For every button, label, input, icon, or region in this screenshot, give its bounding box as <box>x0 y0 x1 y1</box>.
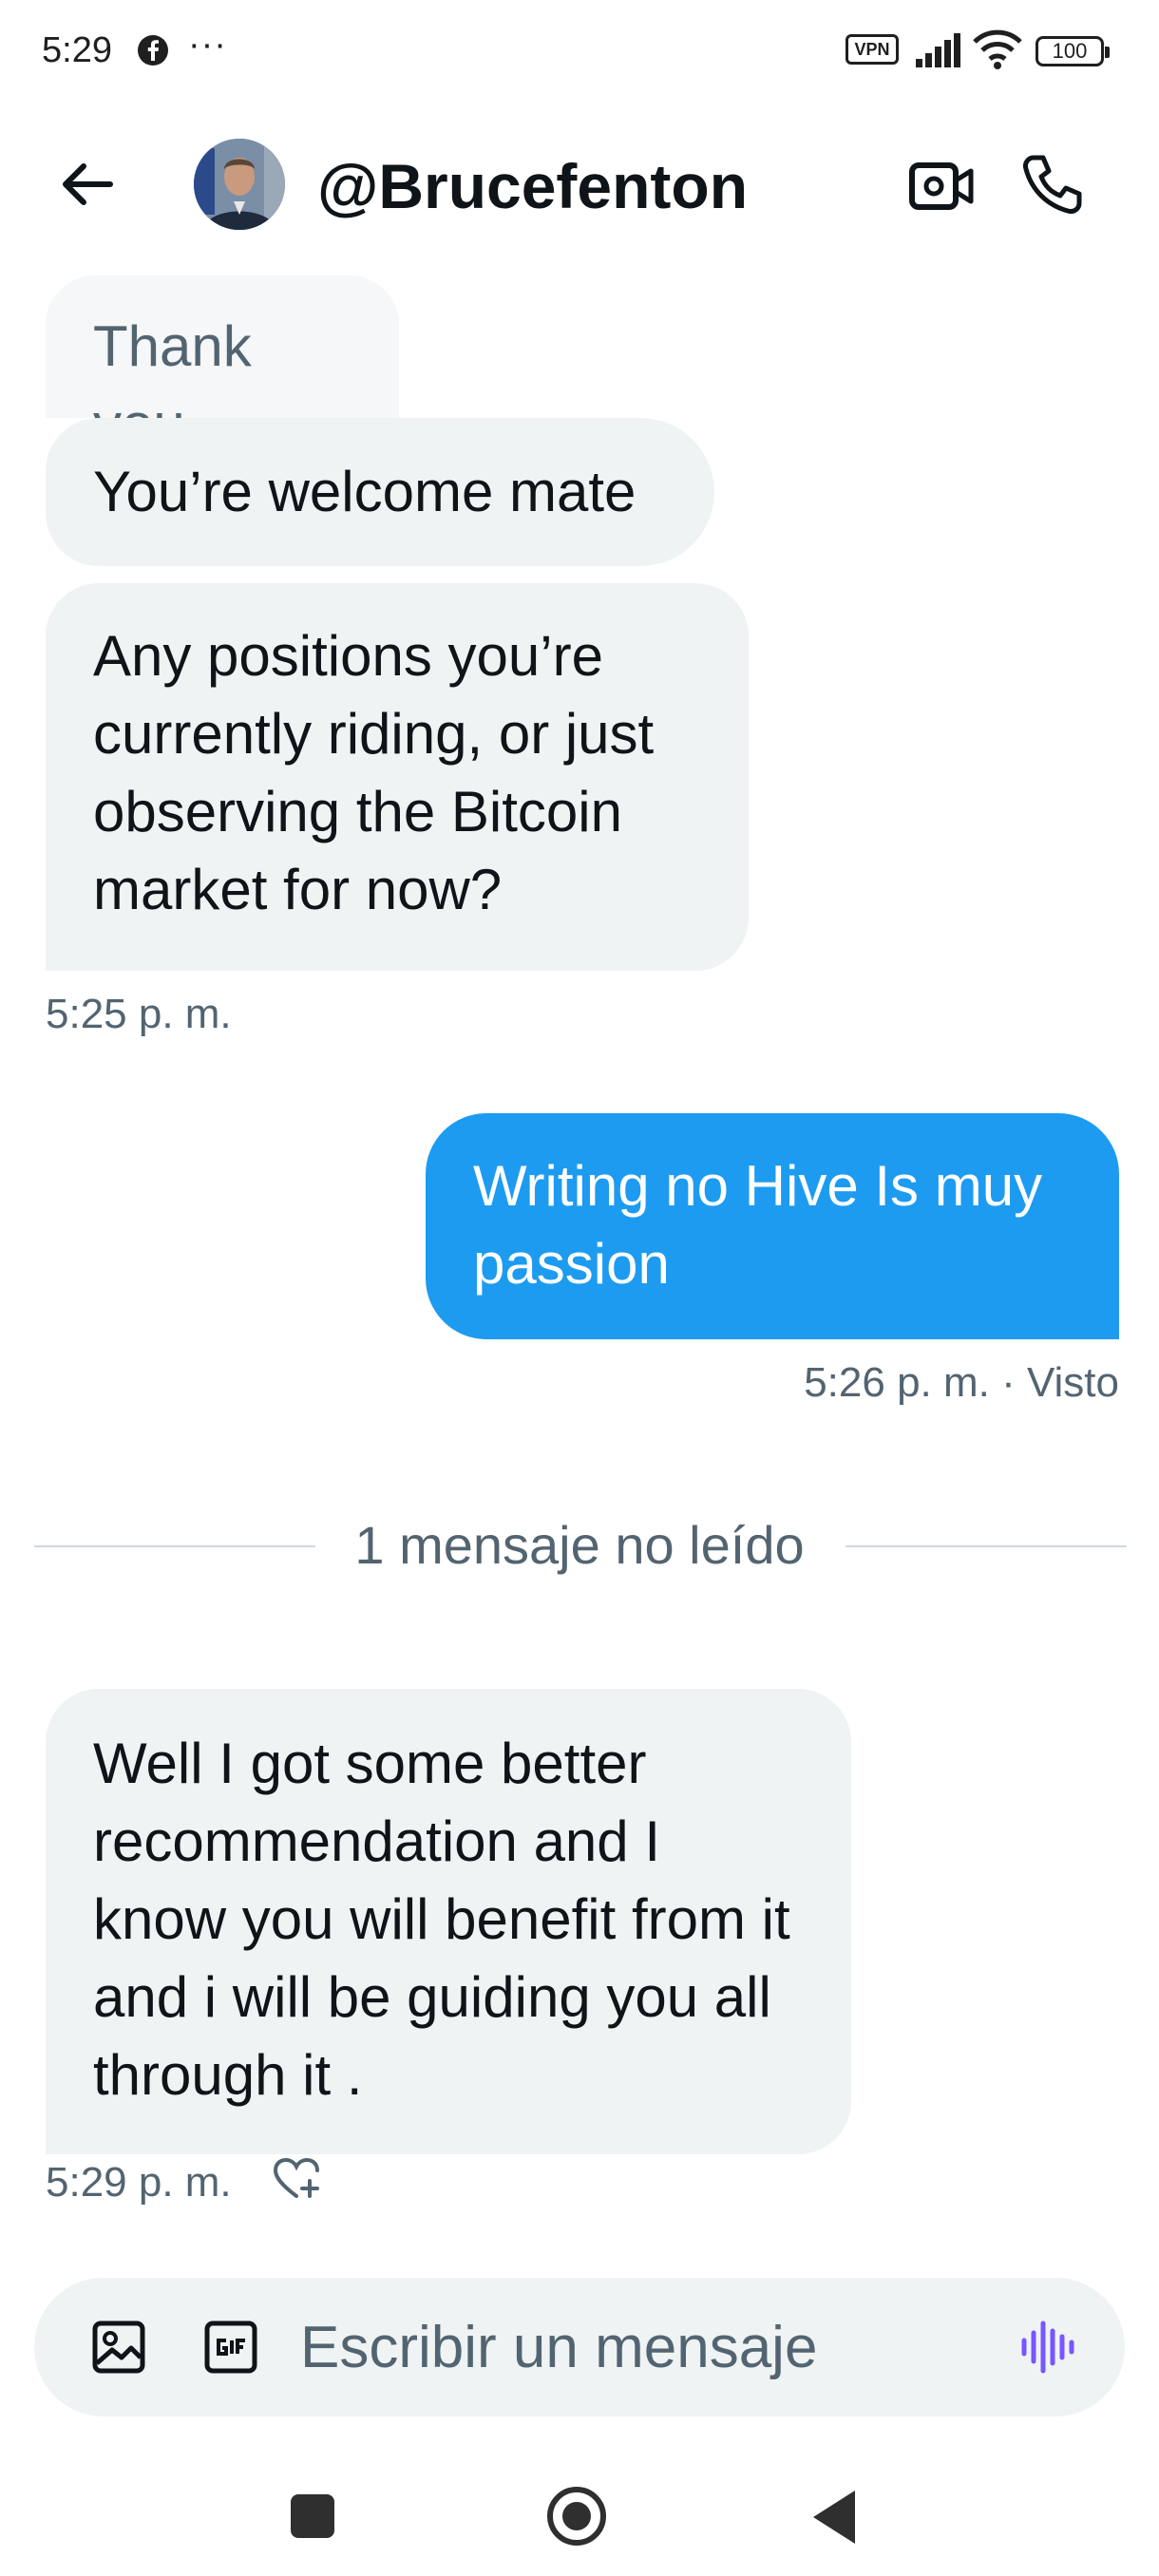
message-bubble-incoming[interactable]: You’re welcome mate <box>46 418 714 566</box>
gif-icon[interactable] <box>203 2320 258 2375</box>
status-bar: 5:29 ··· VPN 100 <box>0 0 1159 104</box>
message-bubble-incoming[interactable]: Any positions you’re currently riding, o… <box>46 583 749 971</box>
more-notifications-icon: ··· <box>188 25 227 65</box>
vpn-badge: VPN <box>846 34 899 65</box>
arrow-left-icon[interactable] <box>57 154 118 215</box>
back-triangle-icon[interactable] <box>813 2491 855 2544</box>
message-bubble-incoming[interactable]: Thank you <box>46 275 399 456</box>
divider-line-right <box>846 1545 1127 1547</box>
conversation-username[interactable]: @Brucefenton <box>317 150 748 222</box>
system-navigation-bar <box>0 2460 1159 2576</box>
message-bubble-outgoing[interactable]: Writing no Hive Is muy passion <box>426 1113 1119 1339</box>
avatar[interactable] <box>194 139 285 230</box>
recents-square-icon[interactable] <box>291 2494 334 2538</box>
status-time: 5:29 <box>42 30 112 70</box>
voice-waveform-icon[interactable] <box>1018 2318 1077 2377</box>
message-composer <box>34 2278 1125 2416</box>
phone-icon[interactable] <box>1020 152 1085 217</box>
message-timestamp: 5:25 p. m. <box>46 991 232 1037</box>
wifi-icon <box>973 29 1022 69</box>
message-timestamp: 5:29 p. m. <box>46 2159 232 2206</box>
battery-indicator: 100 <box>1036 36 1110 66</box>
message-input[interactable] <box>300 2314 994 2380</box>
message-bubble-incoming[interactable]: Well I got some better recommendation an… <box>46 1689 851 2154</box>
image-icon[interactable] <box>91 2320 146 2375</box>
home-circle-icon[interactable] <box>547 2487 606 2546</box>
heart-plus-icon[interactable] <box>272 2156 321 2202</box>
facebook-icon <box>138 35 168 66</box>
message-seen-status: 5:26 p. m. · Visto <box>804 1359 1119 1406</box>
conversation-header: @Brucefenton <box>0 123 1159 247</box>
avatar-image <box>194 139 285 230</box>
video-camera-icon[interactable] <box>908 156 975 217</box>
signal-icon <box>916 33 960 67</box>
